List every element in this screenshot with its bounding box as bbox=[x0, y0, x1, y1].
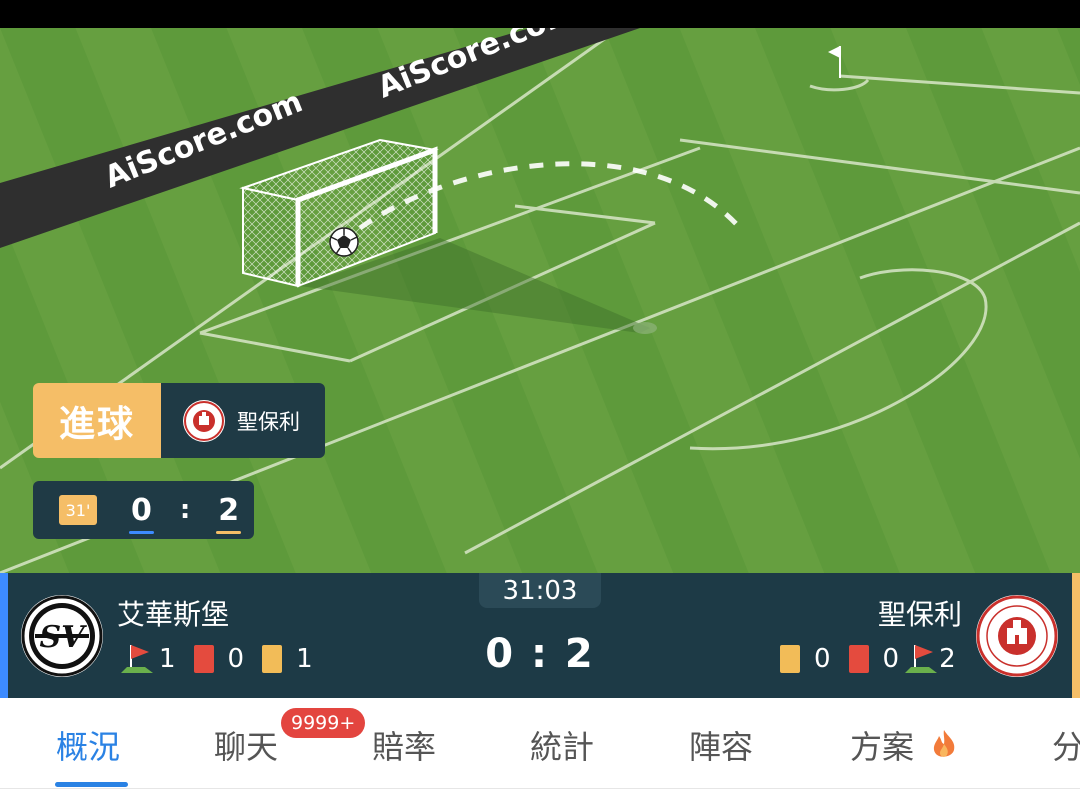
svg-text:SV: SV bbox=[40, 620, 88, 655]
away-team-name: 聖保利 bbox=[877, 598, 962, 631]
away-yellow-cards-count: 0 bbox=[814, 644, 831, 674]
home-team-name: 艾華斯堡 bbox=[117, 598, 230, 631]
status-bar bbox=[0, 0, 1080, 28]
event-type-label: 進球 bbox=[33, 383, 161, 458]
event-team-name: 聖保利 bbox=[237, 409, 300, 434]
goal-event-card: 進球 聖保利 bbox=[33, 383, 325, 458]
fire-icon bbox=[934, 730, 955, 757]
event-minute-badge: 31' bbox=[59, 495, 97, 525]
yellow-card-icon bbox=[262, 645, 283, 673]
corner-flag-icon bbox=[121, 645, 153, 673]
tab-bar: 概況 聊天 9999+ 賠率 統計 陣容 方案 分 bbox=[0, 698, 1080, 789]
corner-flag-icon bbox=[905, 645, 938, 673]
tab-plans-label: 方案 bbox=[850, 728, 915, 766]
tab-plans[interactable]: 方案 bbox=[850, 722, 958, 768]
home-red-cards-count: 0 bbox=[227, 644, 245, 674]
tab-stats[interactable]: 統計 bbox=[530, 722, 594, 768]
mini-away-score: 2 bbox=[216, 492, 242, 534]
tab-chat[interactable]: 聊天 bbox=[214, 722, 278, 768]
yellow-card-icon bbox=[780, 645, 800, 673]
away-red-cards-count: 0 bbox=[882, 644, 900, 674]
active-tab-indicator bbox=[55, 782, 128, 787]
away-corners-count: 2 bbox=[939, 644, 956, 674]
chat-count-badge: 9999+ bbox=[281, 708, 366, 738]
soccer-ball-icon bbox=[329, 227, 359, 257]
mini-home-score: 0 bbox=[129, 492, 154, 534]
home-team-logo[interactable]: SV bbox=[21, 595, 103, 677]
away-team-stats: 0 0 2 bbox=[780, 641, 956, 677]
tab-odds[interactable]: 賠率 bbox=[372, 722, 436, 768]
mini-score-separator: : bbox=[179, 495, 191, 525]
home-color-edge bbox=[0, 573, 8, 698]
tab-more[interactable]: 分 bbox=[1052, 722, 1080, 768]
away-team-logo[interactable] bbox=[976, 595, 1058, 677]
red-card-icon bbox=[848, 645, 869, 673]
home-yellow-cards-count: 1 bbox=[296, 644, 313, 674]
match-clock: 31:03 bbox=[479, 573, 601, 608]
st-pauli-crest-icon bbox=[183, 399, 225, 442]
away-color-edge bbox=[1072, 573, 1080, 698]
home-corners-count: 1 bbox=[159, 644, 176, 674]
scoreboard: SV 艾華斯堡 1 0 1 31:03 0 : 2 聖保利 0 0 2 bbox=[0, 573, 1080, 698]
home-team-stats: 1 0 1 bbox=[119, 641, 313, 677]
main-score: 0 : 2 bbox=[485, 631, 595, 677]
tab-overview[interactable]: 概況 bbox=[56, 722, 120, 768]
event-mini-score: 31' 0 : 2 bbox=[33, 481, 254, 539]
tab-lineup[interactable]: 陣容 bbox=[689, 722, 753, 768]
red-card-icon bbox=[193, 645, 214, 673]
event-team: 聖保利 bbox=[161, 383, 325, 458]
